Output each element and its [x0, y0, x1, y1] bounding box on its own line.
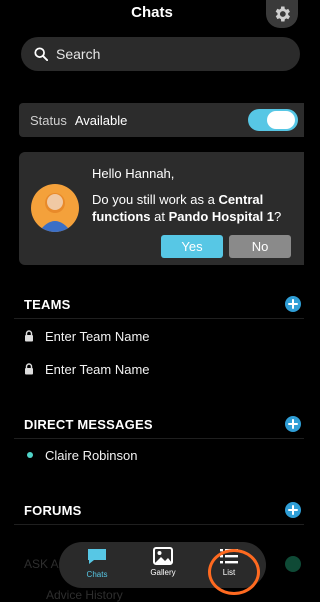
- status-label: Status: [30, 112, 67, 128]
- header: Chats: [0, 0, 304, 30]
- direct-messages-title: DIRECT MESSAGES: [24, 417, 153, 432]
- add-team-button[interactable]: [285, 296, 301, 312]
- plus-icon: [288, 505, 298, 515]
- plus-icon: [288, 299, 298, 309]
- lock-icon: [25, 330, 33, 342]
- place-name: Pando Hospital 1: [168, 209, 275, 224]
- search-icon: [34, 47, 48, 61]
- settings-button[interactable]: [266, 0, 298, 28]
- no-button[interactable]: No: [229, 235, 291, 258]
- role-confirmation-card: Hello Hannah, Do you still work as a Cen…: [19, 152, 304, 265]
- teams-title: TEAMS: [24, 297, 71, 312]
- image-icon: [153, 547, 173, 565]
- ask-section-title: ASK A: [24, 557, 59, 571]
- avatar-icon: [31, 184, 79, 232]
- divider: [14, 524, 304, 525]
- contact-name: Claire Robinson: [45, 447, 138, 463]
- add-direct-message-button[interactable]: [285, 416, 301, 432]
- divider: [14, 318, 304, 319]
- lock-icon: [25, 363, 33, 375]
- forums-section-header: FORUMS: [0, 500, 304, 522]
- team-item[interactable]: Enter Team Name: [24, 360, 150, 378]
- tab-chats[interactable]: Chats: [73, 547, 121, 585]
- search-input[interactable]: [56, 46, 276, 62]
- team-item[interactable]: Enter Team Name: [24, 327, 150, 345]
- divider: [14, 438, 304, 439]
- team-name: Enter Team Name: [45, 328, 150, 344]
- question-suffix: ?: [274, 209, 282, 224]
- status-value: Available: [74, 112, 128, 128]
- add-ask-button[interactable]: [285, 556, 301, 572]
- question-text: Do you still work as a Central functions…: [92, 191, 302, 225]
- gear-icon: [275, 6, 290, 22]
- highlight-ring: [208, 549, 260, 595]
- greeting-text: Hello Hannah,: [92, 166, 175, 181]
- toggle-knob: [267, 111, 295, 129]
- plus-icon: [288, 419, 298, 429]
- tab-label: Chats: [86, 570, 108, 579]
- advice-history-item[interactable]: Advice History: [46, 588, 123, 602]
- tab-gallery[interactable]: Gallery: [139, 547, 187, 585]
- yes-button[interactable]: Yes: [161, 235, 223, 258]
- search-bar[interactable]: [21, 37, 300, 71]
- team-name: Enter Team Name: [45, 361, 150, 377]
- add-forum-button[interactable]: [285, 502, 301, 518]
- direct-message-item[interactable]: Claire Robinson: [24, 446, 138, 464]
- question-prefix: Do you still work as a: [92, 192, 219, 207]
- tab-label: Gallery: [150, 568, 176, 577]
- online-status-dot: [27, 452, 33, 458]
- question-mid: at: [150, 209, 169, 224]
- status-bar: Status Available: [19, 103, 304, 137]
- direct-messages-section-header: DIRECT MESSAGES: [0, 414, 304, 436]
- forums-title: FORUMS: [24, 503, 82, 518]
- teams-section-header: TEAMS: [0, 294, 304, 316]
- chat-bubble-icon: [88, 549, 106, 564]
- status-toggle[interactable]: [248, 109, 298, 131]
- page-title: Chats: [131, 4, 173, 21]
